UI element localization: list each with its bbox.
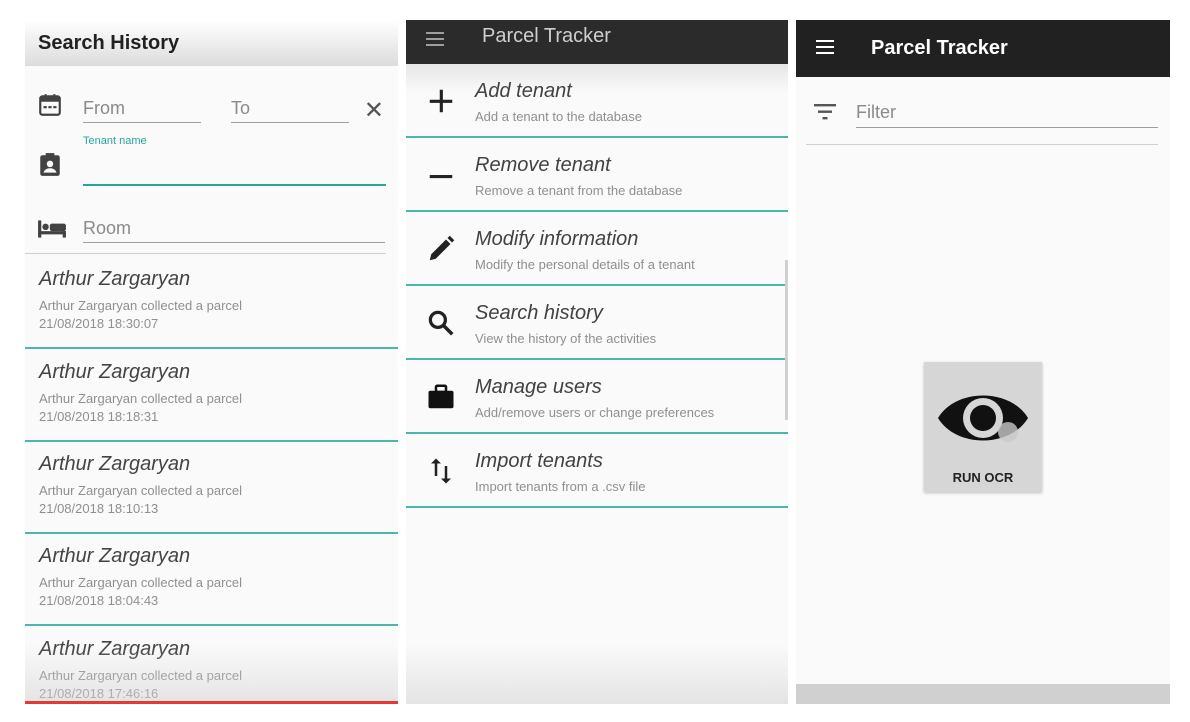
menu-item-modify-information[interactable]: Modify information Modify the personal d…	[406, 212, 788, 286]
room-field[interactable]: Room	[83, 218, 385, 243]
history-list-item[interactable]: Arthur Zargaryan Arthur Zargaryan collec…	[25, 347, 398, 442]
history-description: Arthur Zargaryan collected a parcel	[39, 575, 243, 590]
history-timestamp: 21/08/2018 18:18:31	[39, 409, 159, 424]
app-title: Parcel Tracker	[482, 25, 611, 47]
history-tenant-name: Arthur Zargaryan	[39, 453, 191, 475]
history-timestamp: 21/08/2018 18:04:43	[39, 593, 159, 608]
ocr-screen: Parcel Tracker Filter RUN OCR	[796, 20, 1170, 704]
from-date-field[interactable]: From	[83, 98, 201, 123]
history-list-item[interactable]: Arthur Zargaryan Arthur Zargaryan collec…	[25, 254, 398, 349]
menu-item-add-tenant[interactable]: Add tenant Add a tenant to the database	[406, 64, 788, 138]
history-timestamp: 21/08/2018 18:10:13	[39, 501, 159, 516]
hamburger-menu-icon[interactable]	[816, 40, 834, 58]
run-ocr-label: RUN OCR	[952, 470, 1014, 485]
bed-icon	[38, 220, 66, 238]
menu-item-search-history[interactable]: Search history View the history of the a…	[406, 286, 788, 360]
filter-icon	[814, 104, 836, 120]
bottom-accent-bar	[25, 701, 398, 704]
scrollbar[interactable]	[785, 260, 788, 420]
eye-icon	[938, 395, 1028, 442]
history-timestamp: 21/08/2018 18:30:07	[39, 316, 159, 331]
history-list-item[interactable]: Arthur Zargaryan Arthur Zargaryan collec…	[25, 439, 398, 534]
briefcase-icon	[428, 384, 454, 409]
history-description: Arthur Zargaryan collected a parcel	[39, 483, 243, 498]
run-ocr-button[interactable]: RUN OCR	[924, 362, 1042, 492]
page-title: Search History	[38, 31, 180, 54]
menu-item-import-tenants[interactable]: Import tenants Import tenants from a .cs…	[406, 434, 788, 508]
tenant-name-input[interactable]	[83, 184, 386, 186]
contact-card-icon	[40, 153, 60, 176]
menu-toolbar: Parcel Tracker	[406, 20, 788, 64]
history-list-item[interactable]: Arthur Zargaryan Arthur Zargaryan collec…	[25, 531, 398, 626]
search-icon	[428, 310, 454, 336]
bottom-bar	[796, 684, 1170, 704]
calendar-icon	[39, 94, 61, 116]
history-tenant-name: Arthur Zargaryan	[39, 545, 191, 567]
minus-icon	[429, 175, 453, 179]
history-tenant-name: Arthur Zargaryan	[39, 638, 191, 660]
main-menu-screen: Parcel Tracker Add tenant Add a tenant t…	[406, 20, 788, 704]
bottom-fade	[406, 644, 788, 704]
ocr-toolbar: Parcel Tracker	[796, 20, 1170, 77]
pencil-icon	[429, 235, 455, 261]
history-description: Arthur Zargaryan collected a parcel	[39, 668, 243, 683]
tenant-name-label: Tenant name	[83, 135, 147, 147]
search-history-screen: Search History From To ✕ Tenant name Roo…	[25, 20, 398, 704]
history-tenant-name: Arthur Zargaryan	[39, 268, 191, 290]
filter-input[interactable]: Filter	[856, 102, 1158, 128]
app-title: Parcel Tracker	[871, 37, 1008, 59]
clear-dates-close-icon[interactable]: ✕	[364, 96, 384, 125]
history-timestamp: 21/08/2018 17:46:16	[39, 686, 159, 701]
search-history-toolbar: Search History	[25, 20, 398, 66]
filter-divider	[806, 144, 1158, 145]
to-date-field[interactable]: To	[231, 98, 349, 123]
import-arrows-icon	[431, 458, 451, 484]
history-list-item[interactable]: Arthur Zargaryan Arthur Zargaryan collec…	[25, 624, 398, 704]
plus-icon	[429, 89, 453, 113]
menu-item-remove-tenant[interactable]: Remove tenant Remove a tenant from the d…	[406, 138, 788, 212]
menu-item-manage-users[interactable]: Manage users Add/remove users or change …	[406, 360, 788, 434]
history-description: Arthur Zargaryan collected a parcel	[39, 298, 243, 313]
hamburger-menu-icon[interactable]	[426, 32, 444, 50]
history-tenant-name: Arthur Zargaryan	[39, 361, 191, 383]
history-description: Arthur Zargaryan collected a parcel	[39, 391, 243, 406]
